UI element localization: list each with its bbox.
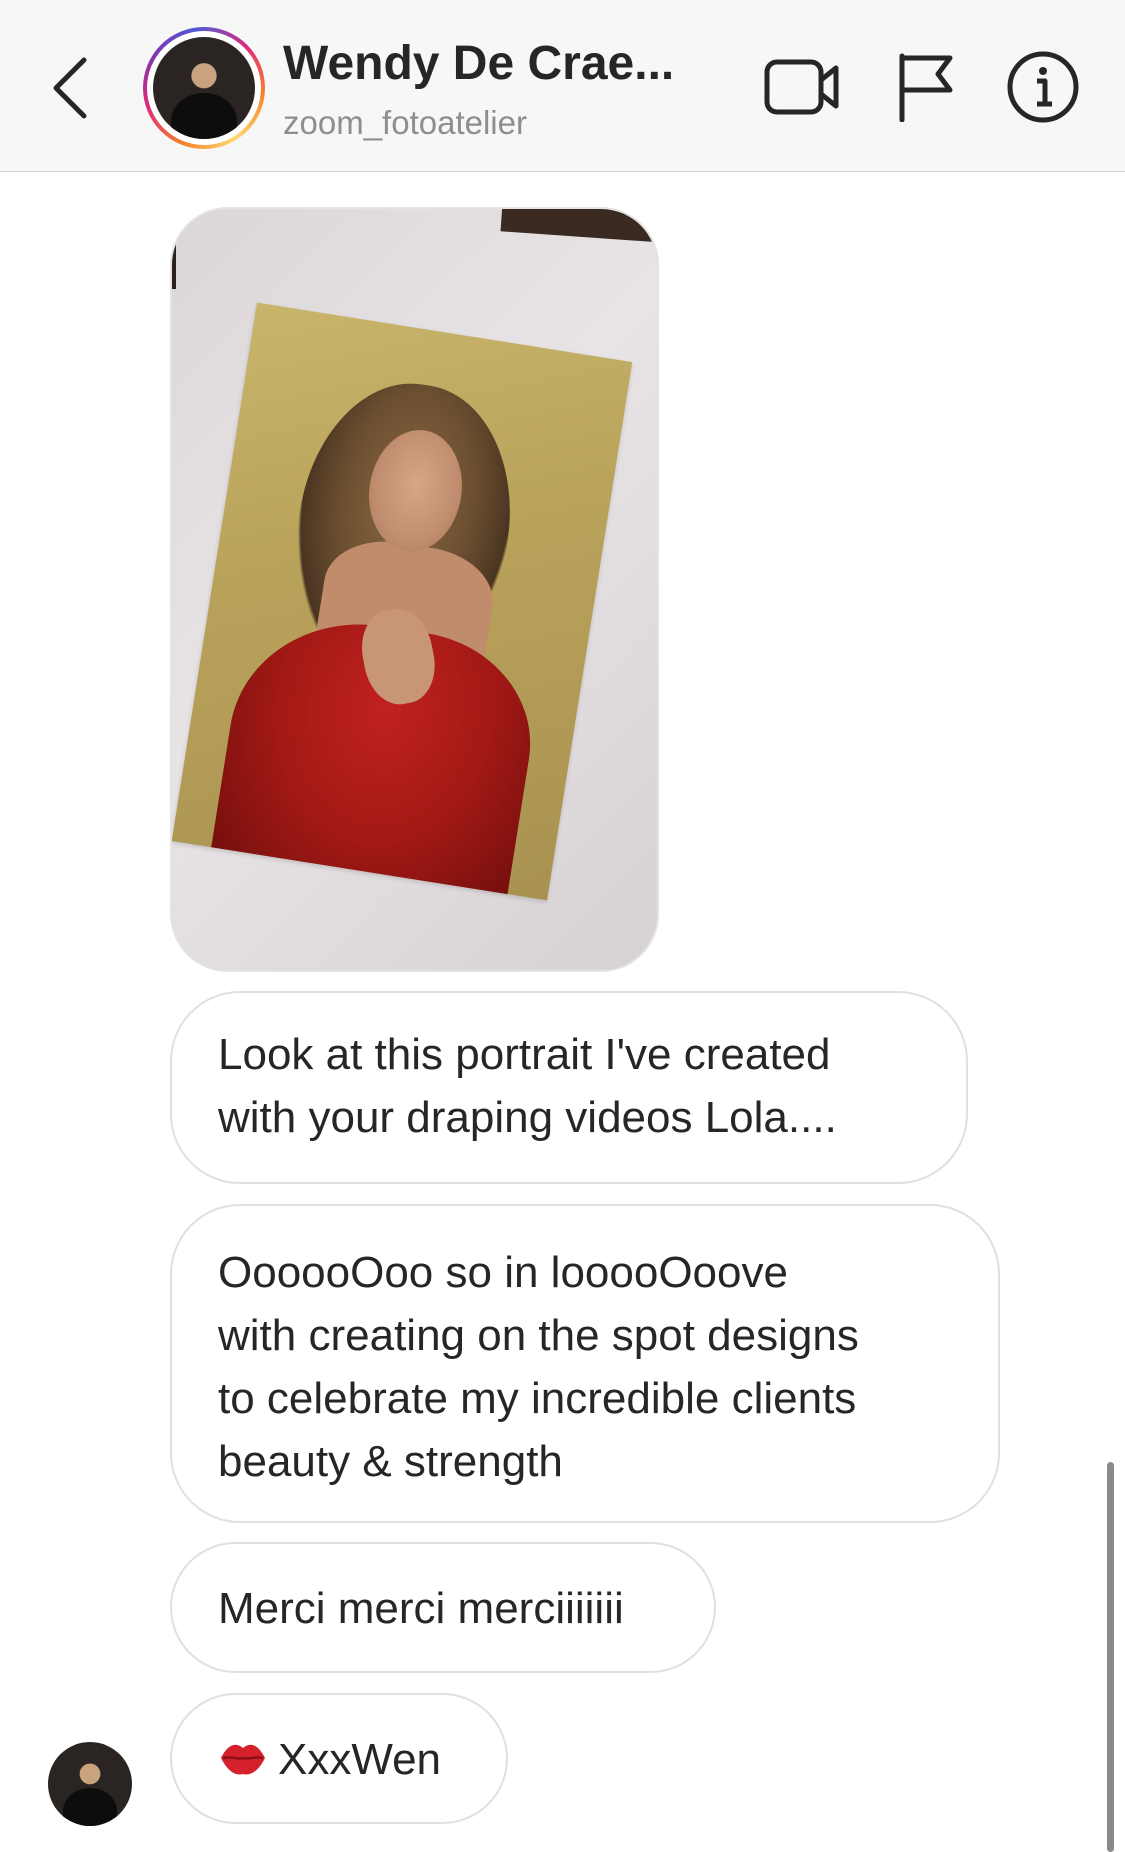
scrollbar[interactable] — [1107, 1462, 1114, 1852]
message-text: XxxWen — [278, 1735, 442, 1784]
message-line: with your draping videos Lola.... — [218, 1093, 837, 1142]
video-call-icon[interactable] — [764, 56, 840, 118]
contact-name[interactable]: Wendy De Crae... — [283, 36, 674, 91]
avatar-photo — [153, 37, 255, 139]
contact-username[interactable]: zoom_fotoatelier — [283, 104, 527, 142]
flag-icon[interactable] — [896, 52, 956, 122]
lips-kiss-icon — [221, 1744, 265, 1775]
message-line: beauty & strength — [218, 1437, 563, 1486]
profile-avatar[interactable] — [143, 27, 265, 149]
image-message[interactable] — [170, 207, 659, 972]
message-line: with creating on the spot designs — [218, 1311, 859, 1360]
sender-avatar[interactable] — [48, 1742, 132, 1826]
message-bubble[interactable]: XxxWen — [170, 1693, 508, 1824]
chat-header: Wendy De Crae... zoom_fotoatelier — [0, 0, 1125, 172]
message-bubble[interactable]: OooooOoo so in looooOoove with creating … — [170, 1204, 1000, 1523]
message-line: to celebrate my incredible clients — [218, 1374, 857, 1423]
info-icon[interactable] — [1006, 50, 1080, 124]
message-bubble[interactable]: Look at this portrait I've created with … — [170, 991, 968, 1184]
message-line: Merci merci merciiiiiii — [218, 1584, 624, 1633]
portrait-photo — [172, 302, 633, 901]
message-line: OooooOoo so in looooOoove — [218, 1248, 788, 1297]
back-chevron-icon[interactable] — [44, 52, 100, 124]
message-bubble[interactable]: Merci merci merciiiiiii — [170, 1542, 716, 1673]
message-line: Look at this portrait I've created — [218, 1030, 831, 1079]
